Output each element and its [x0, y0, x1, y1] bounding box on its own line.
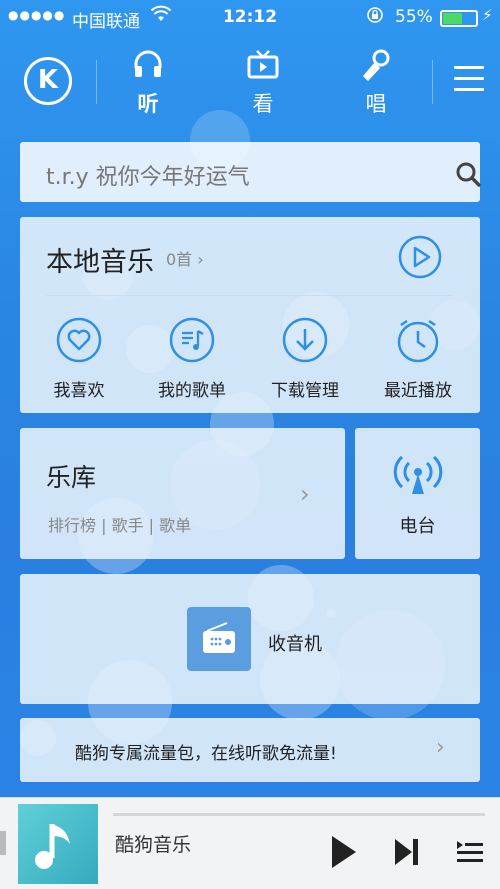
- tab-label: 听: [137, 92, 159, 116]
- kugou-logo-icon[interactable]: K: [24, 57, 72, 105]
- rotation-lock-icon: [366, 6, 384, 28]
- menu-icon[interactable]: [454, 66, 484, 91]
- fm-radio-icon: [187, 607, 251, 671]
- chevron-right-icon: ›: [300, 480, 310, 508]
- library-subtitle: 排行榜 | 歌手 | 歌单: [48, 516, 192, 535]
- heart-icon: [56, 317, 102, 363]
- quick-item-playlists[interactable]: 我的歌单: [137, 317, 247, 401]
- tab-sing[interactable]: 唱: [341, 48, 411, 118]
- local-music-count[interactable]: 0首 ›: [166, 246, 204, 270]
- radio-card[interactable]: 电台: [355, 428, 480, 559]
- clock-icon: [395, 317, 441, 363]
- status-bar: ●●●●● 中国联通 12:12 55% ⚡: [0, 0, 500, 36]
- local-music-title[interactable]: 本地音乐: [46, 240, 154, 279]
- quick-item-recent[interactable]: 最近播放: [363, 317, 473, 401]
- headphones-icon: [113, 48, 183, 84]
- quick-item-label: 下载管理: [271, 381, 339, 401]
- charging-icon: ⚡: [482, 6, 493, 24]
- data-plan-promo[interactable]: 酷狗专属流量包，在线听歌免流量! ›: [20, 718, 480, 782]
- quick-item-favorites[interactable]: 我喜欢: [24, 317, 134, 401]
- next-track-button[interactable]: [393, 834, 421, 874]
- download-icon: [282, 317, 328, 363]
- library-title: 乐库: [46, 463, 97, 492]
- top-navigation: K 听 看 唱: [0, 36, 500, 128]
- quick-item-label: 我喜欢: [53, 381, 105, 401]
- radio-broadcast-icon: [393, 454, 443, 498]
- quick-item-label: 最近播放: [384, 381, 452, 401]
- library-card[interactable]: 乐库 排行榜 | 歌手 | 歌单 ›: [20, 428, 345, 559]
- drawer-handle[interactable]: [0, 831, 6, 855]
- song-title: 酷狗音乐: [115, 834, 192, 856]
- search-icon[interactable]: [454, 160, 482, 188]
- promo-text: 酷狗专属流量包，在线听歌免流量!: [75, 744, 337, 764]
- play-all-button[interactable]: [398, 235, 442, 279]
- local-music-card[interactable]: 本地音乐 0首 › 我喜欢 我的歌单 下载管理 最近播放: [20, 217, 480, 413]
- tab-watch[interactable]: 看: [228, 48, 298, 118]
- play-button[interactable]: [330, 834, 358, 874]
- playlist-icon: [169, 317, 215, 363]
- count-text: 0首: [166, 250, 193, 269]
- mini-player: 酷狗音乐: [0, 797, 500, 889]
- microphone-icon: [341, 48, 411, 84]
- fm-radio-label: 收音机: [268, 634, 322, 655]
- chevron-right-icon: ›: [436, 735, 445, 760]
- fm-radio-card[interactable]: 收音机: [20, 574, 480, 704]
- search-input[interactable]: t.r.y 祝你今年好运气: [46, 159, 250, 191]
- battery-icon: [440, 10, 478, 27]
- divider: [46, 295, 452, 296]
- quick-item-downloads[interactable]: 下载管理: [250, 317, 360, 401]
- battery-percent: 55%: [395, 7, 433, 27]
- tab-label: 唱: [365, 92, 387, 116]
- radio-label: 电台: [399, 516, 436, 537]
- quick-item-label: 我的歌单: [158, 381, 226, 401]
- album-art[interactable]: [18, 804, 98, 884]
- search-bar[interactable]: t.r.y 祝你今年好运气: [20, 142, 482, 202]
- tab-label: 看: [252, 92, 274, 116]
- tv-icon: [228, 48, 298, 84]
- tab-listen[interactable]: 听: [113, 48, 183, 118]
- progress-bar[interactable]: [113, 813, 485, 816]
- playlist-queue-icon[interactable]: [455, 834, 485, 874]
- music-note-icon: [35, 824, 70, 869]
